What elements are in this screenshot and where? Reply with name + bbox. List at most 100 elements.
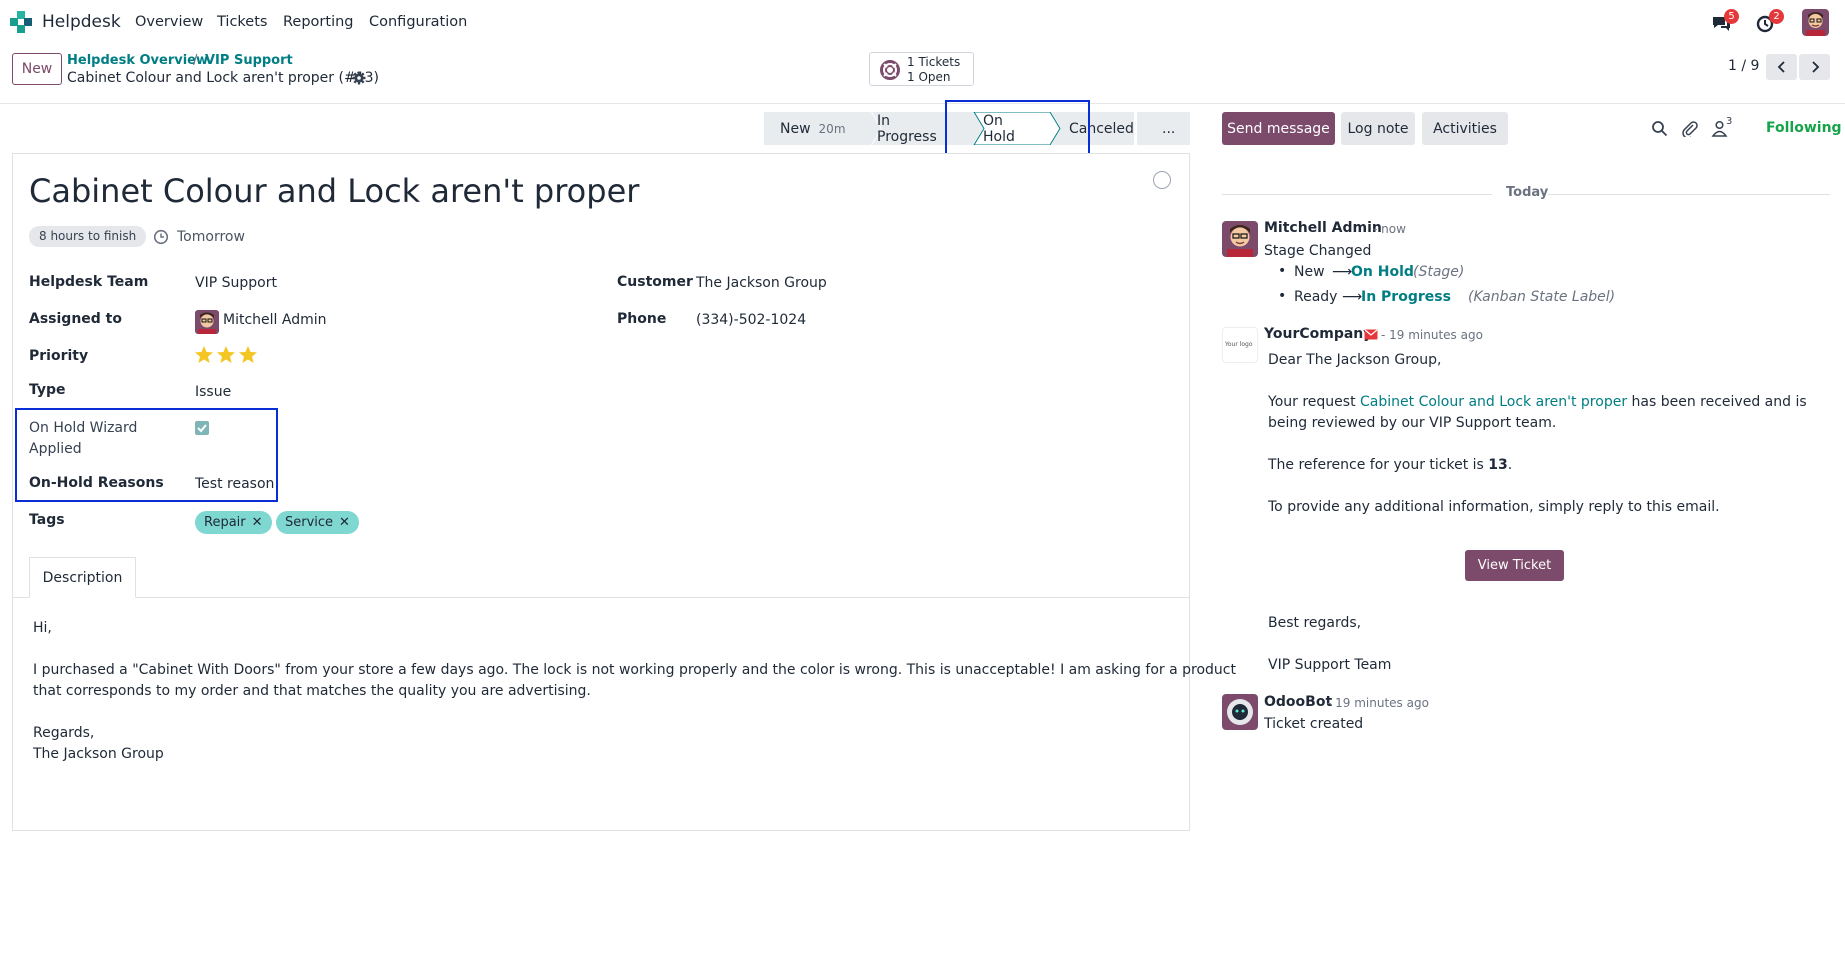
activities-button[interactable]: Activities <box>1422 112 1508 145</box>
tags-label: Tags <box>29 512 65 528</box>
company-logo-text: Your logo <box>1225 341 1253 348</box>
message-author[interactable]: YourCompany <box>1264 326 1372 342</box>
arrow-right-icon: ⟶ <box>1342 289 1363 305</box>
message-author[interactable]: OdooBot <box>1264 694 1332 710</box>
tickets-open-count: 1 Open <box>907 70 951 84</box>
email-greeting: Dear The Jackson Group, <box>1268 352 1442 368</box>
messages-badge: 5 <box>1724 9 1739 24</box>
assigned-to-label: Assigned to <box>29 311 122 327</box>
control-panel-divider <box>0 103 1845 104</box>
lifebuoy-icon <box>880 60 900 80</box>
description-line: I purchased a "Cabinet With Doors" from … <box>33 662 1236 678</box>
log-note-button[interactable]: Log note <box>1341 112 1415 145</box>
tracking-old-value: New <box>1294 264 1325 280</box>
menu-tickets[interactable]: Tickets <box>217 14 267 30</box>
tracking-field-name: (Kanban State Label) <box>1468 289 1616 305</box>
new-button[interactable]: New <box>12 53 62 85</box>
breadcrumb-separator: / <box>193 53 198 68</box>
assignee-avatar <box>195 310 219 334</box>
email-paragraph-3: To provide any additional information, s… <box>1268 499 1720 515</box>
sla-deadline-date: Tomorrow <box>177 229 245 245</box>
message-timestamp: - now <box>1373 222 1406 236</box>
stage-in-progress[interactable]: In Progress <box>877 112 937 145</box>
stage-new-label: New <box>780 120 811 137</box>
odoobot-avatar[interactable] <box>1222 694 1258 730</box>
date-divider-right <box>1548 194 1830 195</box>
search-icon[interactable] <box>1651 120 1668 137</box>
tag-repair-label: Repair <box>204 515 246 530</box>
pager-next-button[interactable] <box>1799 54 1830 80</box>
view-ticket-button[interactable]: View Ticket <box>1465 550 1564 581</box>
top-navbar: Helpdesk Overview Tickets Reporting Conf… <box>0 0 1845 45</box>
pager-value[interactable]: 1 / 9 <box>1728 58 1759 74</box>
menu-overview[interactable]: Overview <box>135 14 203 30</box>
gear-icon[interactable] <box>352 71 366 85</box>
arrow-right-icon: ⟶ <box>1332 264 1353 280</box>
description-line: Regards, <box>33 725 95 741</box>
email-paragraph-1: Your request Cabinet Colour and Lock are… <box>1268 394 1807 410</box>
pager-previous-button[interactable] <box>1766 54 1797 80</box>
ticket-title[interactable]: Cabinet Colour and Lock aren't proper <box>29 172 639 210</box>
team-field[interactable]: VIP Support <box>195 275 277 291</box>
message-body: Ticket created <box>1264 716 1364 732</box>
assigned-to-field[interactable]: Mitchell Admin <box>223 312 327 328</box>
type-label: Type <box>29 382 66 398</box>
helpdesk-app-icon[interactable] <box>10 11 32 33</box>
priority-star-icon-1[interactable] <box>194 345 214 365</box>
message-author[interactable]: Mitchell Admin <box>1264 220 1382 236</box>
send-message-button[interactable]: Send message <box>1222 112 1335 145</box>
breadcrumb-current-record: Cabinet Colour and Lock aren't proper (#… <box>67 70 379 86</box>
email-signature: VIP Support Team <box>1268 657 1392 673</box>
date-divider-left <box>1222 194 1492 195</box>
phone-label: Phone <box>617 311 667 327</box>
stage-more[interactable]: ... <box>1162 112 1175 145</box>
sla-deadline-badge: 8 hours to finish <box>29 226 147 247</box>
clock-icon <box>153 229 169 245</box>
message-timestamp: - 19 minutes ago <box>1327 696 1429 710</box>
phone-field[interactable]: (334)-502-1024 <box>696 312 806 328</box>
status-circle[interactable] <box>1153 171 1171 189</box>
tag-service-label: Service <box>285 515 334 530</box>
date-divider-label: Today <box>1506 185 1549 200</box>
customer-label: Customer <box>617 274 693 290</box>
team-label: Helpdesk Team <box>29 274 149 290</box>
breadcrumb-helpdesk-overview[interactable]: Helpdesk Overview <box>67 53 208 68</box>
email-paragraph-2: The reference for your ticket is 13. <box>1268 457 1513 473</box>
stage-new[interactable]: New 20m <box>780 112 846 145</box>
stage-new-duration: 20m <box>818 121 846 136</box>
activities-badge: 2 <box>1769 9 1784 24</box>
description-line: The Jackson Group <box>33 746 164 762</box>
breadcrumb-vip-support[interactable]: VIP Support <box>205 53 293 68</box>
message-timestamp: - 19 minutes ago <box>1381 328 1483 342</box>
tracking-field-name: (Stage) <box>1413 264 1465 280</box>
menu-reporting[interactable]: Reporting <box>283 14 354 30</box>
user-avatar[interactable] <box>1802 9 1829 36</box>
tag-repair[interactable]: Repair ✕ <box>195 511 272 534</box>
envelope-icon <box>1364 329 1378 340</box>
ticket-link[interactable]: Cabinet Colour and Lock aren't proper <box>1360 394 1627 410</box>
message-author-avatar[interactable] <box>1222 221 1258 257</box>
ticket-reference: 13 <box>1488 457 1508 473</box>
tag-remove-icon[interactable]: ✕ <box>252 515 263 530</box>
bullet: • <box>1278 263 1287 279</box>
tickets-smart-button[interactable]: 1 Tickets 1 Open <box>869 52 974 86</box>
menu-configuration[interactable]: Configuration <box>369 14 467 30</box>
description-line: that corresponds to my order and that ma… <box>33 683 591 699</box>
chevron-left-icon <box>1777 61 1785 73</box>
company-logo[interactable]: Your logo <box>1222 327 1258 363</box>
priority-star-icon-2[interactable] <box>216 345 236 365</box>
tab-description[interactable]: Description <box>29 557 136 598</box>
chevron-right-icon <box>1811 61 1819 73</box>
tag-remove-icon[interactable]: ✕ <box>339 515 350 530</box>
bullet: • <box>1278 288 1287 304</box>
following-toggle[interactable]: Following <box>1766 120 1842 136</box>
paperclip-icon[interactable] <box>1681 120 1698 137</box>
type-field[interactable]: Issue <box>195 384 231 400</box>
customer-field[interactable]: The Jackson Group <box>696 275 827 291</box>
followers-count: 3 <box>1726 116 1733 127</box>
tag-service[interactable]: Service ✕ <box>276 511 359 534</box>
app-name[interactable]: Helpdesk <box>42 12 121 32</box>
email-closing: Best regards, <box>1268 615 1362 631</box>
tracking-new-value: On Hold <box>1351 264 1414 280</box>
priority-star-icon-3[interactable] <box>238 345 258 365</box>
